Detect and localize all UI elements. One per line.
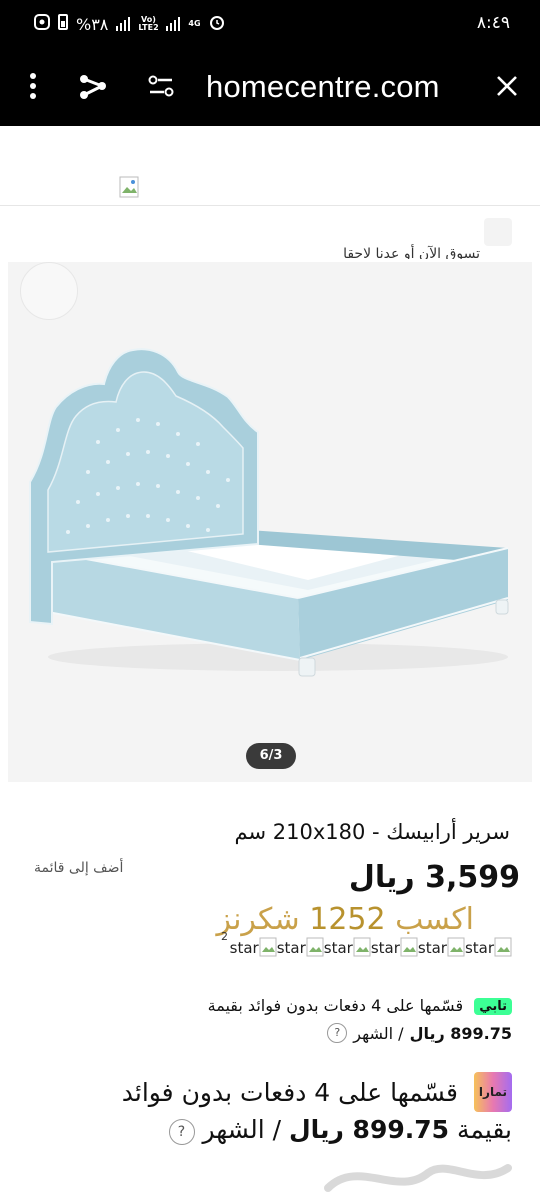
tamara-text: قسّمها على 4 دفعات بدون فوائد (121, 1078, 458, 1107)
settings-icon (34, 14, 50, 34)
tamara-logo: تمارا (473, 1072, 512, 1112)
share-button[interactable] (76, 50, 110, 126)
signal-icon (116, 17, 131, 31)
tune-icon (148, 75, 174, 101)
status-icons: %٣٨ Vo) LTE2 4G (34, 14, 225, 34)
status-bar: %٣٨ Vo) LTE2 4G ٨:٤٩ (0, 0, 540, 50)
battery-icon (58, 14, 68, 34)
clock: ٨:٤٩ (476, 13, 510, 33)
star-image: star (418, 937, 465, 957)
watermark-logo (318, 1148, 518, 1198)
star-alt-text: star (464, 939, 494, 957)
product-gallery[interactable]: 6/3 (8, 262, 532, 782)
broken-image-icon (306, 937, 324, 957)
tabby-line-2: 899.75 ريال / الشهر ? (22, 1023, 512, 1043)
star-alt-text: star (323, 939, 353, 957)
notice-text: تسوق الآن أو عدنا لاحقا (343, 246, 480, 259)
tabby-amount: 899.75 ريال (409, 1023, 512, 1043)
star-image: star (277, 937, 324, 957)
product-price: 3,599 ريال (348, 860, 520, 895)
tamara-line-2: بقيمة 899.75 ريال / الشهر ? (12, 1112, 512, 1148)
star-alt-text: star (370, 939, 400, 957)
broken-image-icon (447, 937, 465, 957)
tabby-per-month: / الشهر (353, 1023, 404, 1043)
tabby-logo: تابي (474, 998, 512, 1015)
stars-superscript: 2 (221, 930, 228, 943)
add-to-list-link[interactable]: أضف إلى قائمة (34, 860, 123, 876)
bed-product-image (29, 348, 509, 677)
broken-image-icon (353, 937, 371, 957)
notice-strip: تسوق الآن أو عدنا لاحقا (0, 205, 540, 259)
share-icon (78, 71, 108, 105)
broken-image-icon (400, 937, 418, 957)
loyalty-points: اكسب 1252 شكرنز (217, 902, 474, 937)
points-value: 1252 (309, 902, 386, 937)
kebab-menu-icon (29, 72, 37, 104)
points-suffix: شكرنز (216, 902, 300, 937)
tabby-text: قسّمها على 4 دفعات بدون فوائد بقيمة (207, 996, 464, 1015)
star-alt-text: star (229, 939, 259, 957)
more-menu-button[interactable] (18, 50, 48, 126)
network-label-2: 4G (188, 19, 201, 28)
star-image: star (465, 937, 512, 957)
tamara-help-icon[interactable]: ? (168, 1119, 195, 1145)
tabby-help-icon[interactable]: ? (327, 1023, 348, 1043)
tabby-line-1: تابي قسّمها على 4 دفعات بدون فوائد بقيمة (22, 996, 512, 1015)
tabby-installments[interactable]: تابي قسّمها على 4 دفعات بدون فوائد بقيمة… (22, 996, 512, 1043)
image-counter: 6/3 (246, 743, 296, 769)
browser-toolbar: homecentre.com (0, 50, 540, 126)
tamara-per-month: / الشهر (202, 1115, 282, 1144)
close-button[interactable] (490, 50, 524, 126)
broken-image-icon (259, 937, 277, 957)
broken-image-icon (119, 176, 139, 198)
network-label-1: Vo) LTE2 (138, 15, 159, 32)
site-settings-button[interactable] (146, 50, 176, 126)
alarm-icon (209, 14, 225, 34)
star-alt-text: star (417, 939, 447, 957)
star-alt-text: star (276, 939, 306, 957)
tamara-line-1: تمارا قسّمها على 4 دفعات بدون فوائد (12, 1072, 512, 1112)
broken-image-icon (494, 937, 512, 957)
signal-icon-2 (166, 17, 181, 31)
tamara-prefix: بقيمة (456, 1115, 512, 1144)
product-title: سرير أرابيسك - 210x180 سم (234, 820, 511, 844)
battery-percent: %٣٨ (76, 14, 109, 34)
star-image: star (230, 937, 277, 957)
tamara-installments[interactable]: تمارا قسّمها على 4 دفعات بدون فوائد بقيم… (12, 1072, 512, 1148)
tamara-amount: 899.75 ريال (288, 1115, 450, 1144)
url-text[interactable]: homecentre.com (206, 69, 440, 105)
points-prefix: اكسب (395, 902, 474, 937)
close-icon (496, 75, 518, 101)
star-image: star (371, 937, 418, 957)
notice-close-placeholder (484, 218, 512, 246)
rating-stars: star star star star star star (230, 937, 512, 957)
star-image: star (324, 937, 371, 957)
